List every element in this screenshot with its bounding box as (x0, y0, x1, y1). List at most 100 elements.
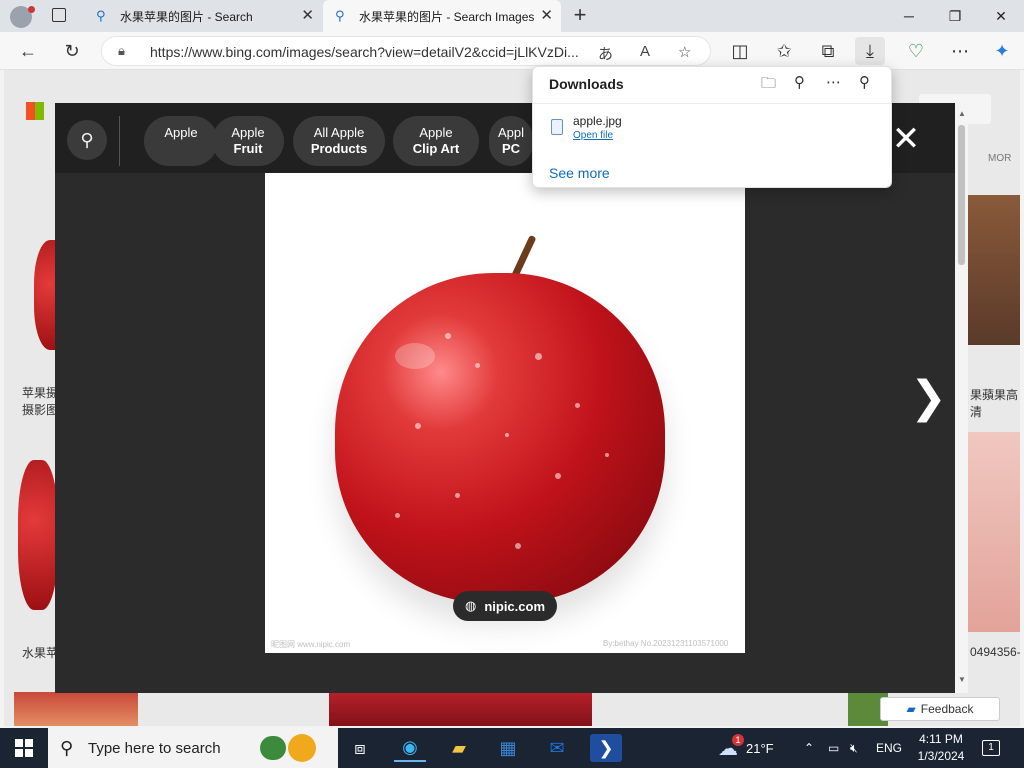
pin-icon[interactable]: ⚲ (859, 73, 870, 91)
file-explorer-icon[interactable]: ▰ (443, 734, 475, 762)
chip-label-bold: PC (501, 141, 521, 156)
related-chip-apple-clip-art[interactable]: Apple Clip Art (393, 116, 479, 166)
weather-widget[interactable]: ☁ 1 21°F (718, 728, 774, 768)
more-icon[interactable]: ⋯ (945, 37, 975, 65)
split-screen-icon[interactable]: ◫ (725, 37, 755, 65)
feedback-button[interactable]: ▰ Feedback (880, 697, 1000, 721)
collections-icon[interactable]: ⧉ (813, 37, 843, 65)
url-text[interactable]: https://www.bing.com/images/search?view=… (150, 44, 586, 60)
taskbar: ⚲ Type here to search ⧈ ◉ ▰ ▦ ✉ ❯ ☁ 1 21… (0, 728, 1024, 768)
back-icon[interactable]: ← (13, 37, 43, 65)
mail-icon[interactable]: ✉ (541, 734, 573, 762)
notification-center-icon[interactable]: 1 (982, 728, 1000, 768)
scroll-down-icon[interactable]: ▼ (958, 675, 966, 684)
edge-icon[interactable]: ◉ (394, 734, 426, 762)
minimize-button[interactable]: ─ (886, 0, 932, 32)
browser-essentials-icon[interactable]: ♡ (901, 37, 931, 65)
search-downloads-icon[interactable]: ⚲ (794, 73, 805, 91)
tab-actions-icon[interactable] (52, 8, 66, 22)
result-caption[interactable]: 0494356- (970, 645, 1020, 659)
result-caption[interactable]: 水果苹 (22, 644, 58, 661)
downloads-title: Downloads (549, 76, 624, 92)
refresh-icon[interactable]: ↻ (57, 37, 87, 65)
close-tab-icon[interactable]: ✕ (540, 8, 553, 24)
windows-start-icon[interactable] (0, 728, 48, 768)
new-tab-button[interactable]: + (568, 4, 592, 28)
feedback-icon: ▰ (906, 702, 916, 716)
related-chip-all-apple-products[interactable]: All Apple Products (293, 116, 385, 166)
open-folder-icon[interactable]: 🗀 (761, 73, 776, 98)
read-aloud-icon[interactable]: A (640, 43, 650, 60)
apple-image (335, 273, 665, 603)
weather-badge: 1 (732, 734, 744, 746)
show-hidden-icons[interactable]: ⌃ (804, 728, 814, 768)
watermark-right: By:bethay No.20231231103571000 (603, 639, 729, 648)
chip-label: Apple (231, 125, 265, 140)
download-file-name[interactable]: apple.jpg (573, 114, 622, 128)
profile-badge (28, 6, 35, 13)
lock-icon[interactable]: 🔒︎ (118, 43, 125, 59)
task-view-icon[interactable]: ⧈ (344, 734, 376, 762)
translate-icon[interactable]: あ (598, 43, 613, 64)
watermark-left: 昵图网 www.nipic.com (271, 640, 351, 649)
search-icon[interactable]: ⚲ (67, 120, 107, 160)
result-thumbnail[interactable] (18, 460, 58, 610)
globe-icon: ◍ (464, 598, 477, 613)
scroll-up-icon[interactable]: ▲ (958, 109, 966, 118)
network-icon[interactable]: ▭ (828, 728, 839, 768)
chip-label: Apple (419, 125, 453, 140)
feedback-label: Feedback (920, 702, 974, 716)
result-thumbnail[interactable] (14, 692, 138, 726)
result-caption[interactable]: 果蘋果高清 (970, 386, 1020, 420)
powershell-icon[interactable]: ❯ (590, 734, 622, 762)
copilot-icon[interactable]: ✦ (987, 37, 1017, 65)
image-file-icon (551, 119, 563, 135)
favorites-icon[interactable]: ✩ (769, 37, 799, 65)
bing-logo-icon (26, 102, 44, 120)
clock[interactable]: 4:11 PM 1/3/2024 (912, 731, 970, 765)
result-thumbnail[interactable] (968, 195, 1020, 345)
more-options-icon[interactable]: ⋯ (826, 73, 841, 91)
tab-title: 水果苹果的图片 - Search (120, 9, 253, 24)
restore-button[interactable]: ❐ (932, 0, 978, 32)
close-tab-icon[interactable]: ✕ (301, 8, 314, 24)
image-detail-overlay: ⚲ Apple Apple Fruit All Apple Products A… (55, 103, 955, 693)
see-more-link[interactable]: See more (549, 165, 610, 181)
tab-search-images[interactable]: ⚲ 水果苹果的图片 - Search Images ✕ (323, 0, 561, 32)
result-thumbnail[interactable] (968, 432, 1020, 632)
related-chip-apple[interactable]: Apple (144, 116, 218, 166)
divider (533, 103, 891, 104)
source-label: nipic.com (484, 598, 546, 614)
related-chip-apple-pc[interactable]: Appl PC (489, 116, 533, 166)
result-caption[interactable]: 摄影图 (22, 401, 58, 418)
favorite-icon[interactable]: ☆ (678, 43, 691, 61)
related-chip-apple-fruit[interactable]: Apple Fruit (212, 116, 284, 166)
address-bar[interactable]: 🔒︎ https://www.bing.com/images/search?vi… (101, 36, 711, 66)
chip-label-bold: Fruit (233, 141, 263, 156)
open-file-link[interactable]: Open file (573, 130, 613, 141)
overlay-scrollbar[interactable]: ▲ ▼ (955, 103, 968, 693)
chip-label: Apple (164, 125, 198, 140)
search-icon: ⚲ (60, 738, 74, 758)
close-overlay-icon[interactable]: ✕ (887, 121, 925, 159)
chip-label-bold: Clip Art (412, 141, 460, 156)
tab-bar: ⚲ 水果苹果的图片 - Search ✕ ⚲ 水果苹果的图片 - Search … (0, 0, 1024, 32)
bing-search-icon: ⚲ (335, 8, 345, 23)
downloads-icon[interactable]: ⤓ (855, 37, 885, 65)
bing-search-icon: ⚲ (96, 8, 106, 23)
source-link[interactable]: ◍ nipic.com (453, 591, 557, 621)
tab-search[interactable]: ⚲ 水果苹果的图片 - Search ✕ (84, 0, 322, 32)
result-caption[interactable]: 苹果摄 (22, 384, 58, 401)
divider (119, 116, 120, 166)
scrollbar-thumb[interactable] (958, 125, 965, 265)
close-window-button[interactable]: ✕ (978, 0, 1024, 32)
next-image-arrow[interactable]: ❯ (910, 373, 947, 423)
store-icon[interactable]: ▦ (492, 734, 524, 762)
result-thumbnail[interactable] (329, 692, 592, 726)
taskbar-search-box[interactable]: ⚲ Type here to search (48, 728, 338, 768)
language-indicator[interactable]: ENG (876, 728, 902, 768)
more-filters-label[interactable]: MOR (988, 153, 1011, 164)
main-image[interactable]: ◍ nipic.com 昵图网 www.nipic.com By:bethay … (265, 173, 745, 653)
volume-muted-icon[interactable]: 🔇︎ (850, 728, 858, 768)
sun-icon (288, 734, 316, 762)
